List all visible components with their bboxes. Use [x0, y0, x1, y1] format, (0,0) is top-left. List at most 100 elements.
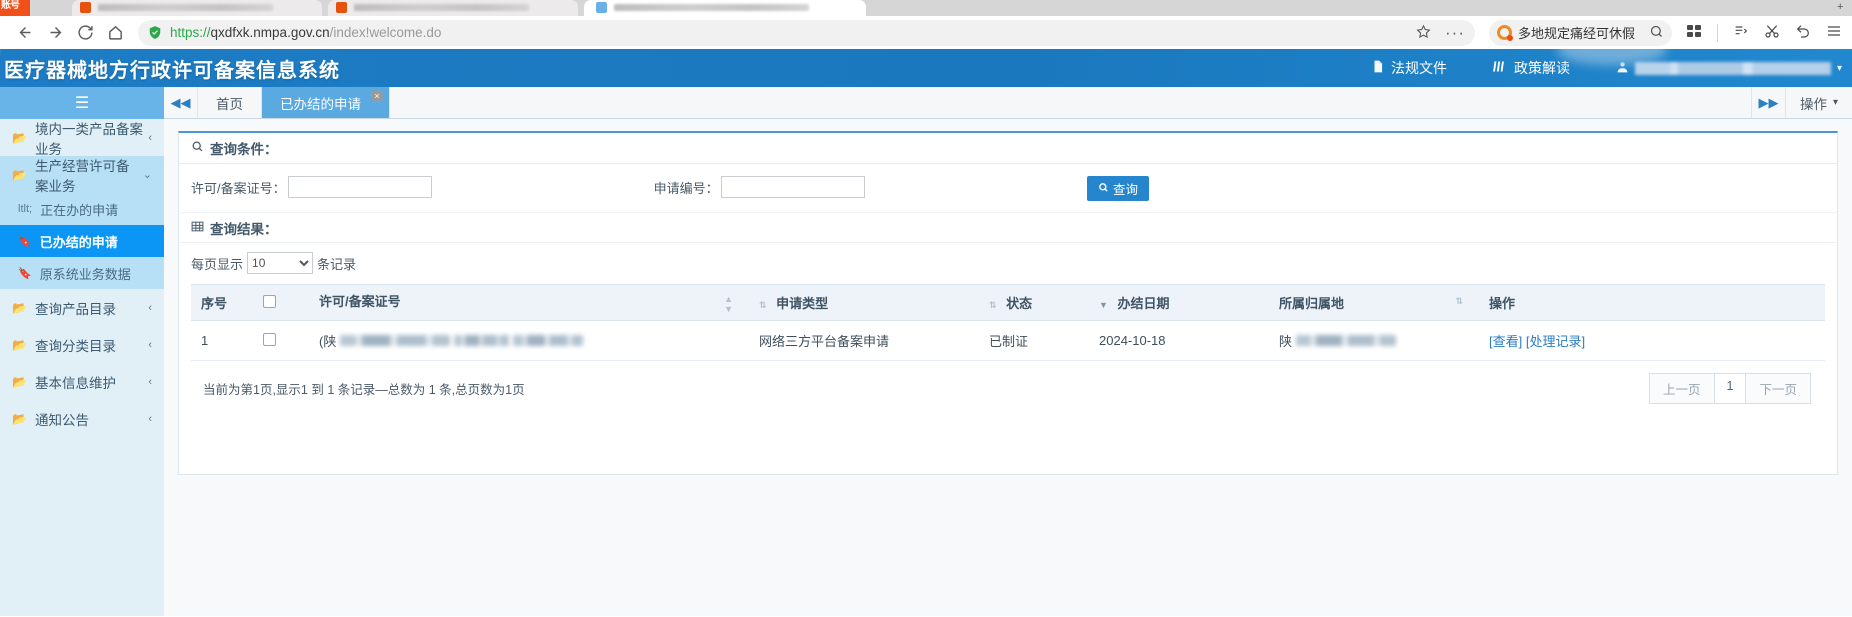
sidebar-submenu: ltlt; 正在办的申请 🔖 已办结的申请 🔖 原系统业务数据: [0, 193, 164, 289]
bar-chart-icon: [1493, 59, 1508, 77]
column-region[interactable]: 所属归属地 ⇅: [1269, 284, 1479, 321]
apps-grid-icon[interactable]: [1686, 23, 1702, 42]
search-engine-logo-icon: [1496, 25, 1513, 41]
view-link[interactable]: [查看]: [1489, 334, 1522, 349]
cell-region: 陕: [1269, 320, 1479, 361]
tab-bar: ◀◀ 首页 已办结的申请 × ▶▶ 操作 ▾: [164, 87, 1852, 119]
panel-bottom-padding: [191, 404, 1825, 474]
cell-apply-type: 网络三方平台备案申请: [749, 320, 979, 361]
query-form: 许可/备案证号： 申请编号： 查询: [179, 164, 1837, 213]
document-icon: [1371, 59, 1385, 77]
page-size-select[interactable]: 10: [247, 252, 314, 274]
column-label: 序号: [201, 296, 228, 311]
sort-icon[interactable]: ⇅: [1455, 296, 1463, 307]
cell-actions: [查看] [处理记录]: [1479, 320, 1825, 361]
url-text: https://qxdfxk.nmpa.gov.cn/index!welcome…: [170, 25, 441, 40]
query-button[interactable]: 查询: [1087, 176, 1150, 201]
chevron-down-icon: ▾: [1832, 97, 1838, 108]
scissors-icon[interactable]: [1764, 23, 1780, 42]
close-icon[interactable]: ×: [371, 90, 383, 102]
sidebar-item-announcements[interactable]: 📂 通知公告 ‹: [0, 400, 164, 437]
hamburger-menu-icon[interactable]: [1826, 23, 1842, 42]
column-status[interactable]: ⇅ 状态: [979, 284, 1089, 321]
row-checkbox[interactable]: [263, 332, 276, 346]
browser-search-box[interactable]: 多地规定痛经可休假: [1488, 19, 1672, 46]
sidebar-item-product-catalog[interactable]: 📂 查询产品目录 ‹: [0, 289, 164, 326]
sidebar-item-label: 基本信息维护: [34, 375, 116, 391]
home-icon[interactable]: [100, 18, 130, 48]
search-icon: [191, 140, 204, 156]
sort-icon[interactable]: ⇅: [989, 300, 997, 311]
sort-icon[interactable]: ⇅: [759, 300, 767, 311]
sidebar-toggle-button[interactable]: ☰: [0, 87, 164, 119]
table-row[interactable]: 1 (陕 网络三方平台备案申请 已制证 2024-10-18 陕 [查看] [处…: [191, 320, 1825, 361]
next-page-button[interactable]: 下一页: [1745, 373, 1811, 404]
toolbar-divider: [1717, 23, 1718, 42]
application-no-input[interactable]: [720, 176, 865, 198]
double-chevron-left-icon[interactable]: ◀◀: [164, 87, 198, 118]
page-number-1[interactable]: 1: [1713, 373, 1747, 404]
process-record-link[interactable]: [处理记录]: [1526, 334, 1585, 349]
record-summary: 当前为第1页,显示1 到 1 条记录—总数为 1 条,总页数为1页: [203, 383, 525, 397]
sort-desc-icon[interactable]: ▼: [1099, 300, 1108, 310]
license-no-input[interactable]: [287, 176, 432, 198]
tab-home[interactable]: 首页: [198, 87, 262, 118]
sidebar-subitem-label: 正在办的申请: [40, 202, 119, 218]
operations-label: 操作: [1799, 96, 1827, 112]
folder-icon: 📂: [12, 130, 27, 145]
search-query-text: 多地规定痛经可休假: [1517, 26, 1635, 41]
sidebar-item-production-license[interactable]: 📂 生产经营许可备案业务 ⌄: [0, 156, 164, 194]
bookmark-icon: 🔖: [18, 235, 32, 248]
sidebar-item-classification-catalog[interactable]: 📂 查询分类目录 ‹: [0, 326, 164, 363]
page-size-suffix: 条记录: [317, 256, 357, 272]
header-link-policy[interactable]: 政策解读: [1493, 58, 1570, 78]
sidebar-subitem-label: 已办结的申请: [39, 234, 118, 250]
tab-title-blurred: [98, 4, 273, 11]
column-label: 操作: [1489, 296, 1516, 311]
bookmark-icon: 🔖: [18, 267, 32, 280]
header-link-label: 法规文件: [1390, 60, 1447, 76]
query-results-title: 查询结果：: [210, 221, 278, 237]
cell-finish-date: 2024-10-18: [1089, 320, 1269, 361]
app-header: 医疗器械地方行政许可备案信息系统 法规文件 政策解读 ▾: [0, 49, 1852, 87]
sidebar-item-label: 查询产品目录: [34, 301, 116, 317]
column-finish-date[interactable]: ▼ 办结日期: [1089, 284, 1269, 321]
column-apply-type[interactable]: ⇅ 申请类型: [749, 284, 979, 321]
tab-completed-applications[interactable]: 已办结的申请 ×: [262, 87, 390, 118]
search-icon[interactable]: [1649, 24, 1664, 42]
user-menu[interactable]: ▾: [1616, 60, 1842, 77]
column-label: 所属归属地: [1279, 296, 1345, 311]
operations-dropdown[interactable]: 操作 ▾: [1784, 87, 1852, 118]
header-link-regulations[interactable]: 法规文件: [1371, 58, 1447, 78]
query-conditions-header: 查询条件：: [179, 133, 1837, 164]
sidebar-item-legacy-data[interactable]: 🔖 原系统业务数据: [0, 257, 164, 289]
sidebar-item-basic-info[interactable]: 📂 基本信息维护 ‹: [0, 363, 164, 400]
sort-icon[interactable]: ▲ ▼: [724, 294, 733, 314]
new-tab-button[interactable]: +: [1837, 2, 1846, 13]
more-options-icon[interactable]: ···: [1445, 24, 1465, 41]
browser-toolbar: https://qxdfxk.nmpa.gov.cn/index!welcome…: [0, 16, 1852, 49]
back-arrow-icon[interactable]: [10, 18, 40, 48]
double-chevron-right-icon[interactable]: ▶▶: [1750, 87, 1785, 118]
column-select-all: [253, 284, 309, 321]
reload-icon[interactable]: [70, 18, 100, 48]
forward-arrow-icon[interactable]: [40, 18, 70, 48]
tab-label: 首页: [216, 96, 243, 112]
sidebar-item-pending-applications[interactable]: ltlt; 正在办的申请: [0, 193, 164, 225]
star-icon[interactable]: [1416, 24, 1431, 42]
prev-page-button[interactable]: 上一页: [1649, 373, 1715, 404]
application-no-label: 申请编号：: [653, 180, 719, 196]
column-index: 序号: [191, 284, 253, 321]
collections-icon[interactable]: [1733, 23, 1749, 42]
select-all-checkbox[interactable]: [263, 294, 276, 308]
query-button-label: 查询: [1113, 183, 1139, 197]
sidebar-item-completed-applications[interactable]: 🔖 已办结的申请: [0, 225, 164, 257]
sidebar-item-domestic-class1[interactable]: 📂 境内一类产品备案业务 ‹: [0, 119, 164, 157]
region-prefix: 陕: [1279, 334, 1293, 349]
undo-icon[interactable]: [1795, 23, 1811, 42]
address-bar[interactable]: https://qxdfxk.nmpa.gov.cn/index!welcome…: [138, 19, 1475, 46]
table-header-row: 序号 许可/备案证号 ▲ ▼ ⇅ 申请类型 ⇅ 状态 ▼ 办结日期 所属归属地 …: [191, 284, 1825, 321]
column-license-no[interactable]: 许可/备案证号 ▲ ▼: [309, 284, 749, 321]
region-redacted: [1296, 335, 1397, 346]
license-no-label: 许可/备案证号：: [191, 180, 286, 196]
